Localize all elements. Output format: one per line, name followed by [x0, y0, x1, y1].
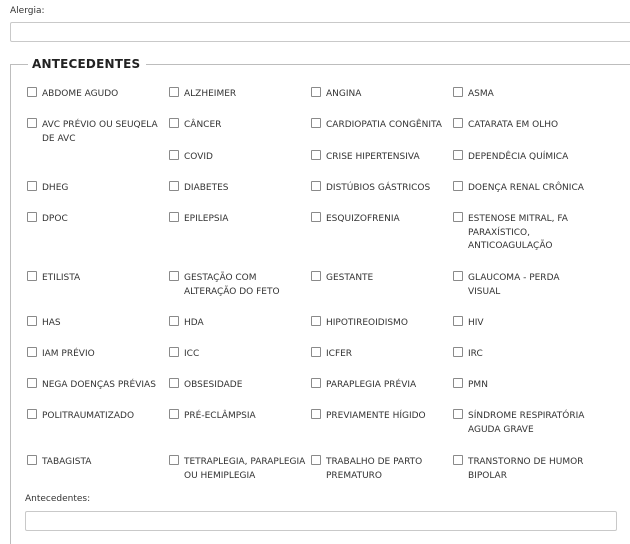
checkbox-label: CÂNCER: [184, 120, 222, 130]
checkbox[interactable]: [311, 347, 321, 357]
antecedentes-notes-label: Antecedentes:: [25, 494, 91, 504]
checkbox[interactable]: [169, 378, 179, 388]
checkbox[interactable]: [169, 150, 179, 160]
alergia-input[interactable]: [10, 22, 630, 42]
checkbox-label: DOENÇA RENAL CRÔNICA: [468, 183, 584, 193]
checkbox[interactable]: [453, 181, 463, 191]
checkbox-label: AVC PRÉVIO OU SEUQELA DE AVC: [42, 120, 158, 144]
checkbox[interactable]: [311, 181, 321, 191]
checkbox-label: HAS: [42, 318, 61, 328]
checkbox[interactable]: [311, 150, 321, 160]
checkbox[interactable]: [27, 87, 37, 97]
checkbox-label: IAM PRÉVIO: [42, 349, 95, 359]
checkbox-label: GESTANTE: [326, 273, 374, 283]
checkbox[interactable]: [311, 212, 321, 222]
checkbox[interactable]: [169, 271, 179, 281]
checkbox-label: OBSESIDADE: [184, 380, 243, 390]
checkbox-label: ALZHEIMER: [184, 89, 237, 99]
checkbox[interactable]: [311, 271, 321, 281]
checkbox[interactable]: [169, 409, 179, 419]
checkbox-label: HDA: [184, 318, 204, 328]
checkbox-label: ASMA: [468, 89, 494, 99]
checkbox[interactable]: [311, 87, 321, 97]
checkbox-label: PMN: [468, 380, 488, 390]
checkbox[interactable]: [169, 455, 179, 465]
checkbox[interactable]: [27, 347, 37, 357]
checkbox[interactable]: [453, 409, 463, 419]
checkbox[interactable]: [311, 409, 321, 419]
checkbox[interactable]: [27, 455, 37, 465]
checkbox[interactable]: [453, 212, 463, 222]
alergia-label: Alergia:: [10, 6, 45, 16]
checkbox-label: CATARATA EM OLHO: [468, 120, 559, 130]
checkbox-label: ICC: [184, 349, 200, 359]
checkbox-label: GLAUCOMA - PERDA VISUAL: [468, 273, 560, 297]
checkbox-label: NEGA DOENÇAS PRÉVIAS: [42, 380, 156, 390]
checkbox[interactable]: [169, 212, 179, 222]
antecedentes-title: ANTECEDENTES: [28, 57, 147, 71]
checkbox-label: CARDIOPATIA CONGÊNITA: [326, 120, 442, 130]
checkbox[interactable]: [27, 212, 37, 222]
checkbox[interactable]: [453, 316, 463, 326]
checkbox[interactable]: [169, 118, 179, 128]
checkbox-label: DISTÚBIOS GÁSTRICOS: [326, 183, 431, 193]
checkbox-label: PREVIAMENTE HÍGIDO: [326, 411, 426, 421]
checkbox[interactable]: [169, 347, 179, 357]
checkbox[interactable]: [27, 378, 37, 388]
checkbox[interactable]: [311, 378, 321, 388]
checkbox[interactable]: [27, 271, 37, 281]
checkbox[interactable]: [453, 378, 463, 388]
checkbox[interactable]: [27, 181, 37, 191]
checkbox-label: IRC: [468, 349, 483, 359]
checkbox[interactable]: [27, 316, 37, 326]
checkbox[interactable]: [169, 181, 179, 191]
checkbox-label: EPILEPSIA: [184, 214, 229, 224]
checkbox[interactable]: [27, 409, 37, 419]
checkbox[interactable]: [453, 347, 463, 357]
checkbox-label: DPOC: [42, 214, 68, 224]
checkbox-label: DEPENDÊCIA QUÍMICA: [468, 152, 569, 162]
checkbox-label: HIV: [468, 318, 484, 328]
checkbox-label: PRÉ-ECLÂMPSIA: [184, 411, 256, 421]
checkbox-label: TRABALHO DE PARTO PREMATURO: [326, 457, 423, 481]
checkbox-label: ETILISTA: [42, 273, 81, 283]
checkbox-label: HIPOTIREOIDISMO: [326, 318, 408, 328]
checkbox[interactable]: [27, 118, 37, 128]
checkbox[interactable]: [311, 455, 321, 465]
checkbox[interactable]: [453, 150, 463, 160]
checkbox-label: ESQUIZOFRENIA: [326, 214, 400, 224]
checkbox[interactable]: [169, 316, 179, 326]
checkbox-label: TRANSTORNO DE HUMOR BIPOLAR: [468, 457, 584, 481]
checkbox-label: TETRAPLEGIA, PARAPLEGIA OU HEMIPLEGIA: [184, 457, 306, 481]
checkbox[interactable]: [453, 271, 463, 281]
checkbox-label: ESTENOSE MITRAL, FA PARAXÍSTICO, ANTICOA…: [468, 214, 568, 251]
checkbox[interactable]: [453, 455, 463, 465]
checkbox-label: TABAGISTA: [42, 457, 92, 467]
checkbox-label: ABDOME AGUDO: [42, 89, 119, 99]
checkbox[interactable]: [311, 118, 321, 128]
checkbox-label: COVID: [184, 152, 213, 162]
checkbox[interactable]: [169, 87, 179, 97]
checkbox[interactable]: [311, 316, 321, 326]
checkbox-label: ANGINA: [326, 89, 362, 99]
checkbox-label: POLITRAUMATIZADO: [42, 411, 135, 421]
checkbox-label: PARAPLEGIA PRÉVIA: [326, 380, 417, 390]
antecedentes-notes-input[interactable]: [25, 511, 617, 531]
checkbox-label: SÍNDROME RESPIRATÓRIA AGUDA GRAVE: [468, 411, 585, 435]
checkbox-label: DHEG: [42, 183, 69, 193]
checkbox-label: DIABETES: [184, 183, 229, 193]
checkbox[interactable]: [453, 87, 463, 97]
checkbox-label: ICFER: [326, 349, 353, 359]
checkbox-label: GESTAÇÃO COM ALTERAÇÃO DO FETO: [184, 273, 280, 297]
checkbox-label: CRISE HIPERTENSIVA: [326, 152, 420, 162]
checkbox[interactable]: [453, 118, 463, 128]
